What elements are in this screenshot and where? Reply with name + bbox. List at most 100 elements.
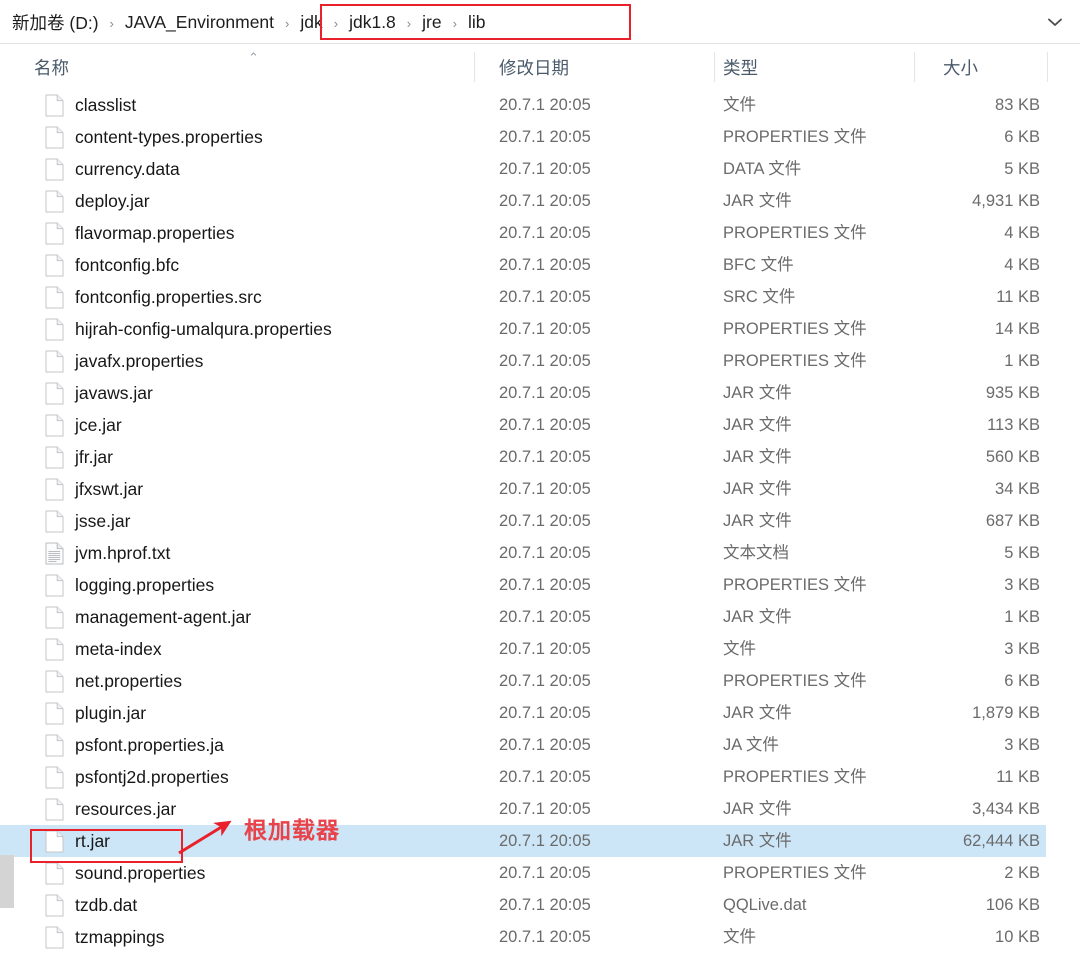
breadcrumb-separator: › bbox=[109, 15, 114, 31]
table-row[interactable]: net.properties 20.7.1 20:05 PROPERTIES 文件 6… bbox=[0, 665, 1046, 697]
breadcrumb-item-jdk1.8[interactable]: jdk1.8 bbox=[345, 10, 400, 35]
sort-ascending-icon: ⌃ bbox=[248, 50, 259, 65]
breadcrumb[interactable]: 新加卷 (D:) › JAVA_Environment › jdk › jdk1.8 › jre… bbox=[8, 0, 489, 44]
file-name: hijrah-config-umalqura.properties bbox=[75, 319, 332, 339]
file-name: javaws.jar bbox=[75, 383, 153, 403]
blank-file-icon bbox=[45, 862, 64, 885]
chevron-down-icon[interactable] bbox=[1044, 12, 1066, 32]
table-row[interactable]: hijrah-config-umalqura.properties 20.7.1 … bbox=[0, 313, 1046, 345]
file-size: 1 KB bbox=[1004, 352, 1040, 370]
table-row[interactable]: flavormap.properties 20.7.1 20:05 PROPERTI… bbox=[0, 217, 1046, 249]
column-header-date-label: 修改日期 bbox=[499, 57, 569, 78]
file-size: 113 KB bbox=[987, 416, 1040, 434]
table-row[interactable]: sound.properties 20.7.1 20:05 PROPERTIES 文… bbox=[0, 857, 1046, 889]
file-date-modified: 20.7.1 20:05 bbox=[499, 736, 591, 754]
blank-file-icon bbox=[45, 222, 64, 245]
column-header-date-modified[interactable]: 修改日期 bbox=[475, 45, 715, 89]
blank-file-icon bbox=[45, 830, 64, 853]
blank-file-icon bbox=[45, 382, 64, 405]
file-type: PROPERTIES 文件 bbox=[723, 576, 867, 594]
file-list[interactable]: classlist 20.7.1 20:05 文件 83 KB content-type… bbox=[0, 89, 1080, 966]
scrollbar-thumb[interactable] bbox=[0, 855, 14, 908]
table-row[interactable]: fontconfig.bfc 20.7.1 20:05 BFC 文件 4 KB bbox=[0, 249, 1046, 281]
blank-file-icon bbox=[45, 926, 64, 949]
blank-file-icon bbox=[45, 670, 64, 693]
file-size: 106 KB bbox=[985, 896, 1040, 914]
address-bar[interactable]: 新加卷 (D:) › JAVA_Environment › jdk › jdk1.8 › jre… bbox=[0, 0, 1080, 44]
blank-file-icon bbox=[45, 254, 64, 277]
breadcrumb-separator: › bbox=[406, 15, 412, 31]
breadcrumb-item--d-[interactable]: 新加卷 (D:) bbox=[8, 8, 103, 37]
file-type: SRC 文件 bbox=[723, 288, 796, 306]
table-row[interactable]: fontconfig.properties.src 20.7.1 20:05 SRC… bbox=[0, 281, 1046, 313]
table-row[interactable]: javaws.jar 20.7.1 20:05 JAR 文件 935 KB bbox=[0, 377, 1046, 409]
file-date-modified: 20.7.1 20:05 bbox=[499, 832, 591, 850]
file-date-modified: 20.7.1 20:05 bbox=[499, 288, 591, 306]
table-row[interactable]: plugin.jar 20.7.1 20:05 JAR 文件 1,879 KB bbox=[0, 697, 1046, 729]
file-date-modified: 20.7.1 20:05 bbox=[499, 352, 591, 370]
table-row[interactable]: jfxswt.jar 20.7.1 20:05 JAR 文件 34 KB bbox=[0, 473, 1046, 505]
file-type: PROPERTIES 文件 bbox=[723, 672, 867, 690]
file-size: 1,879 KB bbox=[972, 704, 1040, 722]
column-header-type[interactable]: 类型 bbox=[715, 45, 915, 89]
file-type: 文件 bbox=[723, 640, 756, 658]
blank-file-icon bbox=[45, 158, 64, 181]
breadcrumb-item-lib[interactable]: lib bbox=[464, 10, 490, 35]
file-size: 3 KB bbox=[1004, 576, 1040, 594]
table-row[interactable]: classlist 20.7.1 20:05 文件 83 KB bbox=[0, 89, 1046, 121]
table-row[interactable]: content-types.properties 20.7.1 20:05 PROP… bbox=[0, 121, 1046, 153]
blank-file-icon bbox=[45, 446, 64, 469]
file-size: 687 KB bbox=[985, 512, 1040, 530]
text-document-icon bbox=[45, 542, 64, 565]
breadcrumb-item-java-environment[interactable]: JAVA_Environment bbox=[121, 10, 278, 35]
file-name: plugin.jar bbox=[75, 703, 147, 723]
table-row[interactable]: rt.jar 20.7.1 20:05 JAR 文件 62,444 KB bbox=[0, 825, 1046, 857]
file-size: 560 KB bbox=[985, 448, 1040, 466]
file-date-modified: 20.7.1 20:05 bbox=[499, 320, 591, 338]
file-type: JAR 文件 bbox=[723, 832, 792, 850]
blank-file-icon bbox=[45, 286, 64, 309]
blank-file-icon bbox=[45, 126, 64, 149]
breadcrumb-item-jre[interactable]: jre bbox=[418, 10, 445, 35]
file-type: BFC 文件 bbox=[723, 256, 794, 274]
file-name: jsse.jar bbox=[75, 511, 131, 531]
file-name: psfontj2d.properties bbox=[75, 767, 229, 787]
file-name: tzdb.dat bbox=[75, 895, 138, 915]
table-row[interactable]: javafx.properties 20.7.1 20:05 PROPERTIES … bbox=[0, 345, 1046, 377]
table-row[interactable]: jsse.jar 20.7.1 20:05 JAR 文件 687 KB bbox=[0, 505, 1046, 537]
breadcrumb-item-jdk[interactable]: jdk bbox=[296, 10, 326, 35]
file-size: 3 KB bbox=[1004, 640, 1040, 658]
file-date-modified: 20.7.1 20:05 bbox=[499, 640, 591, 658]
blank-file-icon bbox=[45, 94, 64, 117]
table-row[interactable]: tzmappings 20.7.1 20:05 文件 10 KB bbox=[0, 921, 1046, 953]
breadcrumb-separator: › bbox=[285, 15, 290, 31]
table-row[interactable]: psfont.properties.ja 20.7.1 20:05 JA 文件 3 K… bbox=[0, 729, 1046, 761]
file-name: resources.jar bbox=[75, 799, 177, 819]
table-row[interactable]: deploy.jar 20.7.1 20:05 JAR 文件 4,931 KB bbox=[0, 185, 1046, 217]
file-date-modified: 20.7.1 20:05 bbox=[499, 256, 591, 274]
column-divider[interactable] bbox=[1047, 52, 1048, 82]
table-row[interactable]: meta-index 20.7.1 20:05 文件 3 KB bbox=[0, 633, 1046, 665]
file-date-modified: 20.7.1 20:05 bbox=[499, 928, 591, 946]
table-row[interactable]: jvm.hprof.txt 20.7.1 20:05 文本文档 5 KB bbox=[0, 537, 1046, 569]
table-row[interactable]: resources.jar 20.7.1 20:05 JAR 文件 3,434 KB bbox=[0, 793, 1046, 825]
breadcrumb-separator: › bbox=[452, 15, 457, 31]
blank-file-icon bbox=[45, 350, 64, 373]
table-row[interactable]: tzdb.dat 20.7.1 20:05 QQLive.dat 106 KB bbox=[0, 889, 1046, 921]
file-name: net.properties bbox=[75, 671, 183, 691]
column-header-size[interactable]: 大小 bbox=[915, 45, 1048, 89]
file-date-modified: 20.7.1 20:05 bbox=[499, 192, 591, 210]
file-name: jce.jar bbox=[75, 415, 122, 435]
table-row[interactable]: management-agent.jar 20.7.1 20:05 JAR 文件 1 … bbox=[0, 601, 1046, 633]
table-row[interactable]: currency.data 20.7.1 20:05 DATA 文件 5 KB bbox=[0, 153, 1046, 185]
file-date-modified: 20.7.1 20:05 bbox=[499, 512, 591, 530]
file-name: meta-index bbox=[75, 639, 162, 659]
table-row[interactable]: jce.jar 20.7.1 20:05 JAR 文件 113 KB bbox=[0, 409, 1046, 441]
file-size: 62,444 KB bbox=[962, 832, 1040, 850]
file-date-modified: 20.7.1 20:05 bbox=[499, 128, 591, 146]
table-row[interactable]: logging.properties 20.7.1 20:05 PROPERTIES… bbox=[0, 569, 1046, 601]
table-row[interactable]: psfontj2d.properties 20.7.1 20:05 PROPERTI… bbox=[0, 761, 1046, 793]
file-name: logging.properties bbox=[75, 575, 215, 595]
table-row[interactable]: jfr.jar 20.7.1 20:05 JAR 文件 560 KB bbox=[0, 441, 1046, 473]
blank-file-icon bbox=[45, 414, 64, 437]
